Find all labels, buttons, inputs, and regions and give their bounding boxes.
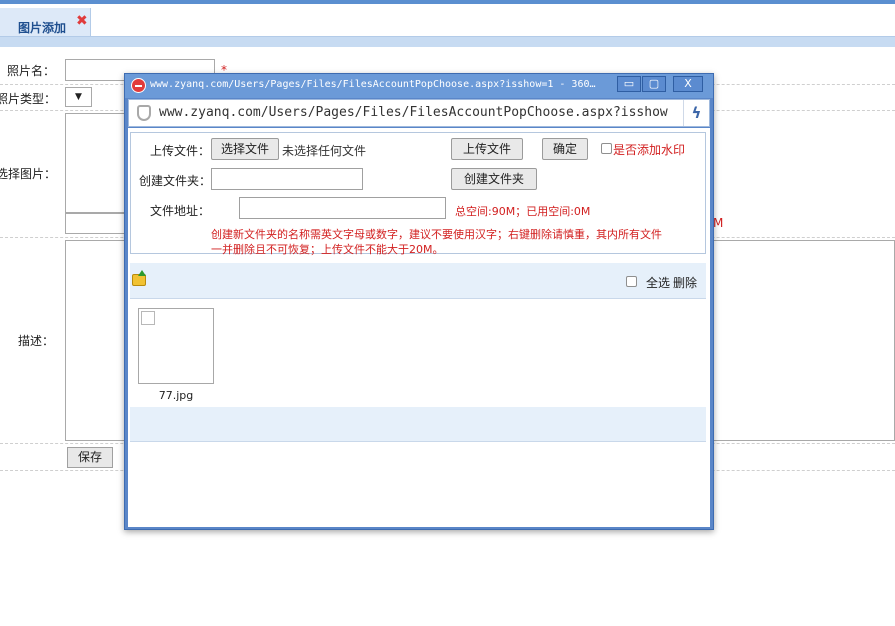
select-all-label: 全选: [646, 276, 671, 290]
save-button[interactable]: 保存: [67, 447, 113, 468]
confirm-button[interactable]: 确定: [542, 138, 588, 160]
delete-link[interactable]: 删除: [673, 274, 697, 291]
file-list-footer: [130, 407, 706, 442]
file-name[interactable]: 77.jpg: [138, 389, 214, 402]
address-url[interactable]: www.zyanq.com/Users/Pages/Files/FilesAcc…: [159, 105, 677, 120]
tab-bar-strip: [0, 36, 895, 47]
create-folder-label: 创建文件夹：: [139, 174, 212, 188]
close-button[interactable]: X: [673, 76, 703, 92]
shield-icon: [137, 105, 151, 121]
folder-up-icon[interactable]: [132, 270, 146, 286]
truncated-red-text: M: [713, 216, 724, 230]
file-address-label: 文件地址：: [150, 204, 211, 218]
upload-panel: 上传文件： 选择文件 未选择任何文件 上传文件 确定 是否添加水印 创建文件夹：…: [130, 132, 706, 256]
upload-file-label: 上传文件：: [150, 144, 211, 158]
popup-content: 上传文件： 选择文件 未选择任何文件 上传文件 确定 是否添加水印 创建文件夹：…: [128, 128, 710, 527]
file-chooser-popup: www.zyanq.com/Users/Pages/Files/FilesAcc…: [124, 73, 714, 530]
360-logo-icon: [131, 78, 146, 93]
select-image-label: 选择图片：: [0, 167, 57, 181]
hint-line-1: 创建新文件夹的名称需英文字母或数字，建议不要使用汉字；右键删除请慎重，其内所有文…: [211, 228, 662, 241]
minimize-button[interactable]: ▭: [617, 76, 641, 92]
file-thumbnail[interactable]: [138, 308, 214, 384]
popup-titlebar[interactable]: www.zyanq.com/Users/Pages/Files/FilesAcc…: [125, 74, 713, 98]
folder-name-input[interactable]: [211, 168, 363, 190]
photo-type-select[interactable]: ▼: [65, 87, 92, 107]
photo-name-label: 照片名：: [7, 64, 56, 78]
image-preview-box: [65, 113, 127, 213]
no-file-chosen-text: 未选择任何文件: [282, 144, 367, 158]
watermark-label: 是否添加水印: [613, 143, 686, 157]
space-info: 总空间:90M；已用空间:0M: [455, 205, 591, 218]
image-path-input[interactable]: [65, 213, 127, 234]
file-toolbar: 全选 删除: [130, 263, 706, 299]
tab-label: 图片添加: [18, 21, 67, 35]
maximize-button[interactable]: ▢: [642, 76, 666, 92]
popup-title: www.zyanq.com/Users/Pages/Files/FilesAcc…: [150, 79, 596, 90]
broken-image-icon: [141, 311, 155, 325]
create-folder-button[interactable]: 创建文件夹: [451, 168, 537, 190]
file-address-input[interactable]: [239, 197, 446, 219]
photo-type-label: 照片类型：: [0, 92, 57, 106]
description-label: 描述：: [18, 334, 55, 348]
bolt-icon[interactable]: ϟ: [683, 100, 709, 126]
hint-line-2: 一并删除且不可恢复；上传文件不能大于20M。: [211, 243, 444, 256]
address-bar[interactable]: www.zyanq.com/Users/Pages/Files/FilesAcc…: [128, 99, 710, 127]
close-icon[interactable]: ✖: [76, 14, 88, 28]
select-all-checkbox[interactable]: [626, 276, 637, 287]
choose-file-button[interactable]: 选择文件: [211, 138, 279, 160]
watermark-checkbox[interactable]: [601, 143, 612, 154]
upload-button[interactable]: 上传文件: [451, 138, 523, 160]
